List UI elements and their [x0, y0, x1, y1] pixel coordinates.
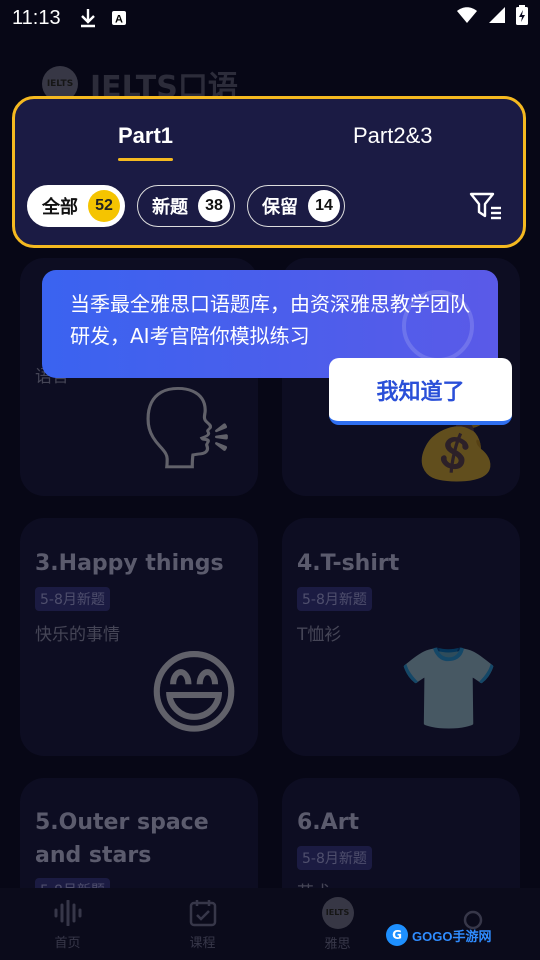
- app-notification-icon: A: [111, 10, 127, 26]
- wifi-icon: [456, 6, 478, 30]
- got-it-button[interactable]: 我知道了: [329, 358, 512, 425]
- chip-count: 52: [88, 190, 120, 222]
- part-tabs: Part1 Part2&3: [15, 123, 523, 163]
- signal-icon: [488, 6, 506, 30]
- svg-text:A: A: [115, 14, 123, 26]
- filter-panel: Part1 Part2&3 全部 52 新题 38 保留 14: [12, 96, 526, 248]
- tab-part2-3[interactable]: Part2&3: [353, 123, 433, 149]
- watermark-text: GOGO手游网: [412, 928, 492, 944]
- download-icon: [79, 8, 97, 28]
- filter-chip-kept[interactable]: 保留 14: [247, 185, 345, 227]
- battery-icon: [516, 5, 528, 31]
- filter-chip-new[interactable]: 新题 38: [137, 185, 235, 227]
- chip-count: 14: [308, 190, 340, 222]
- chip-count: 38: [198, 190, 230, 222]
- chip-label: 新题: [152, 197, 188, 218]
- status-time: 11:13: [12, 6, 61, 29]
- filter-chips: 全部 52 新题 38 保留 14: [27, 185, 345, 227]
- watermark: G GOGO手游网: [386, 924, 491, 946]
- filter-icon[interactable]: [469, 191, 503, 221]
- decorative-ring-icon: [402, 290, 474, 362]
- filter-chip-all[interactable]: 全部 52: [27, 185, 125, 227]
- chip-label: 全部: [42, 197, 78, 218]
- watermark-logo-icon: G: [386, 924, 408, 946]
- tab-part1[interactable]: Part1: [118, 123, 174, 161]
- chip-label: 保留: [262, 197, 298, 218]
- status-bar: 11:13 A: [0, 0, 540, 36]
